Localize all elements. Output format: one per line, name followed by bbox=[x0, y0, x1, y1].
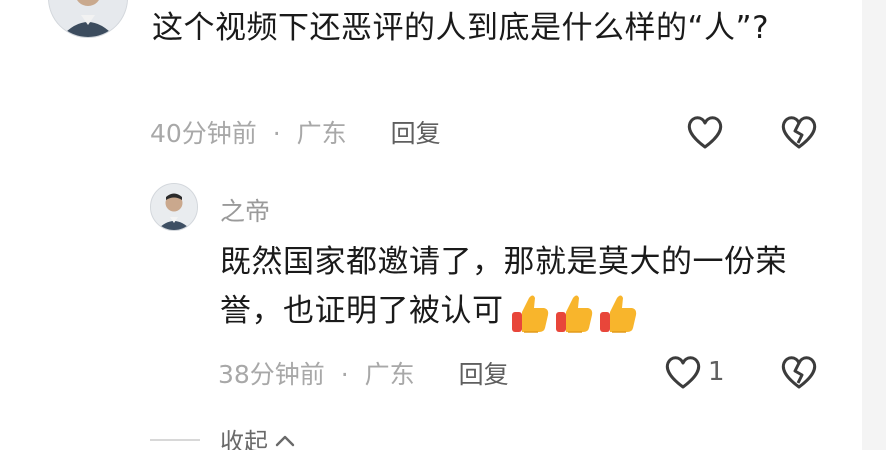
divider-line bbox=[150, 438, 200, 441]
reply-text: 既然国家都邀请了，那就是莫大的一份荣誉，也证明了被认可 bbox=[220, 244, 787, 329]
reply-avatar[interactable] bbox=[150, 183, 198, 231]
reply-text-block: 既然国家都邀请了，那就是莫大的一份荣誉，也证明了被认可 bbox=[220, 238, 830, 336]
reply-time: 38分钟前 bbox=[218, 360, 325, 389]
comment-location: 广东 bbox=[296, 119, 347, 148]
comment-time: 40分钟前 bbox=[150, 119, 257, 148]
broken-heart-icon bbox=[781, 356, 817, 389]
reply-username[interactable]: 之帝 bbox=[220, 192, 270, 228]
scroll-gutter bbox=[862, 0, 886, 450]
collapse-label: 收起 bbox=[220, 428, 268, 450]
reply-button[interactable]: 回复 bbox=[391, 119, 441, 148]
commenter-avatar[interactable] bbox=[48, 0, 128, 38]
comment-meta: 40分钟前 · 广东 回复 bbox=[150, 114, 441, 150]
meta-separator: · bbox=[272, 119, 281, 148]
thumbs-up-icon bbox=[555, 295, 592, 333]
meta-separator: · bbox=[340, 360, 349, 389]
reply-dislike-button[interactable] bbox=[780, 354, 818, 390]
comment-thread: 这个视频下还恶评的人到底是什么样的“人”? 40分钟前 · 广东 回复 之帝 既… bbox=[0, 0, 886, 450]
thumbs-up-icon bbox=[511, 295, 548, 333]
emoji-group bbox=[510, 292, 638, 334]
thumbs-up-icon bbox=[599, 295, 636, 333]
reply-meta: 38分钟前 · 广东 回复 bbox=[218, 355, 509, 391]
heart-icon bbox=[687, 116, 723, 149]
broken-heart-icon bbox=[781, 116, 817, 149]
reply-button[interactable]: 回复 bbox=[459, 360, 509, 389]
reply-location: 广东 bbox=[364, 360, 415, 389]
collapse-replies[interactable]: 收起 bbox=[150, 422, 296, 450]
dislike-button[interactable] bbox=[780, 114, 818, 150]
reply-like-button[interactable]: 1 bbox=[664, 354, 725, 390]
comment-text: 这个视频下还恶评的人到底是什么样的“人”? bbox=[152, 10, 770, 46]
like-button[interactable] bbox=[686, 114, 724, 150]
heart-icon bbox=[665, 356, 701, 389]
like-count: 1 bbox=[708, 357, 725, 387]
chevron-up-icon bbox=[275, 435, 295, 446]
